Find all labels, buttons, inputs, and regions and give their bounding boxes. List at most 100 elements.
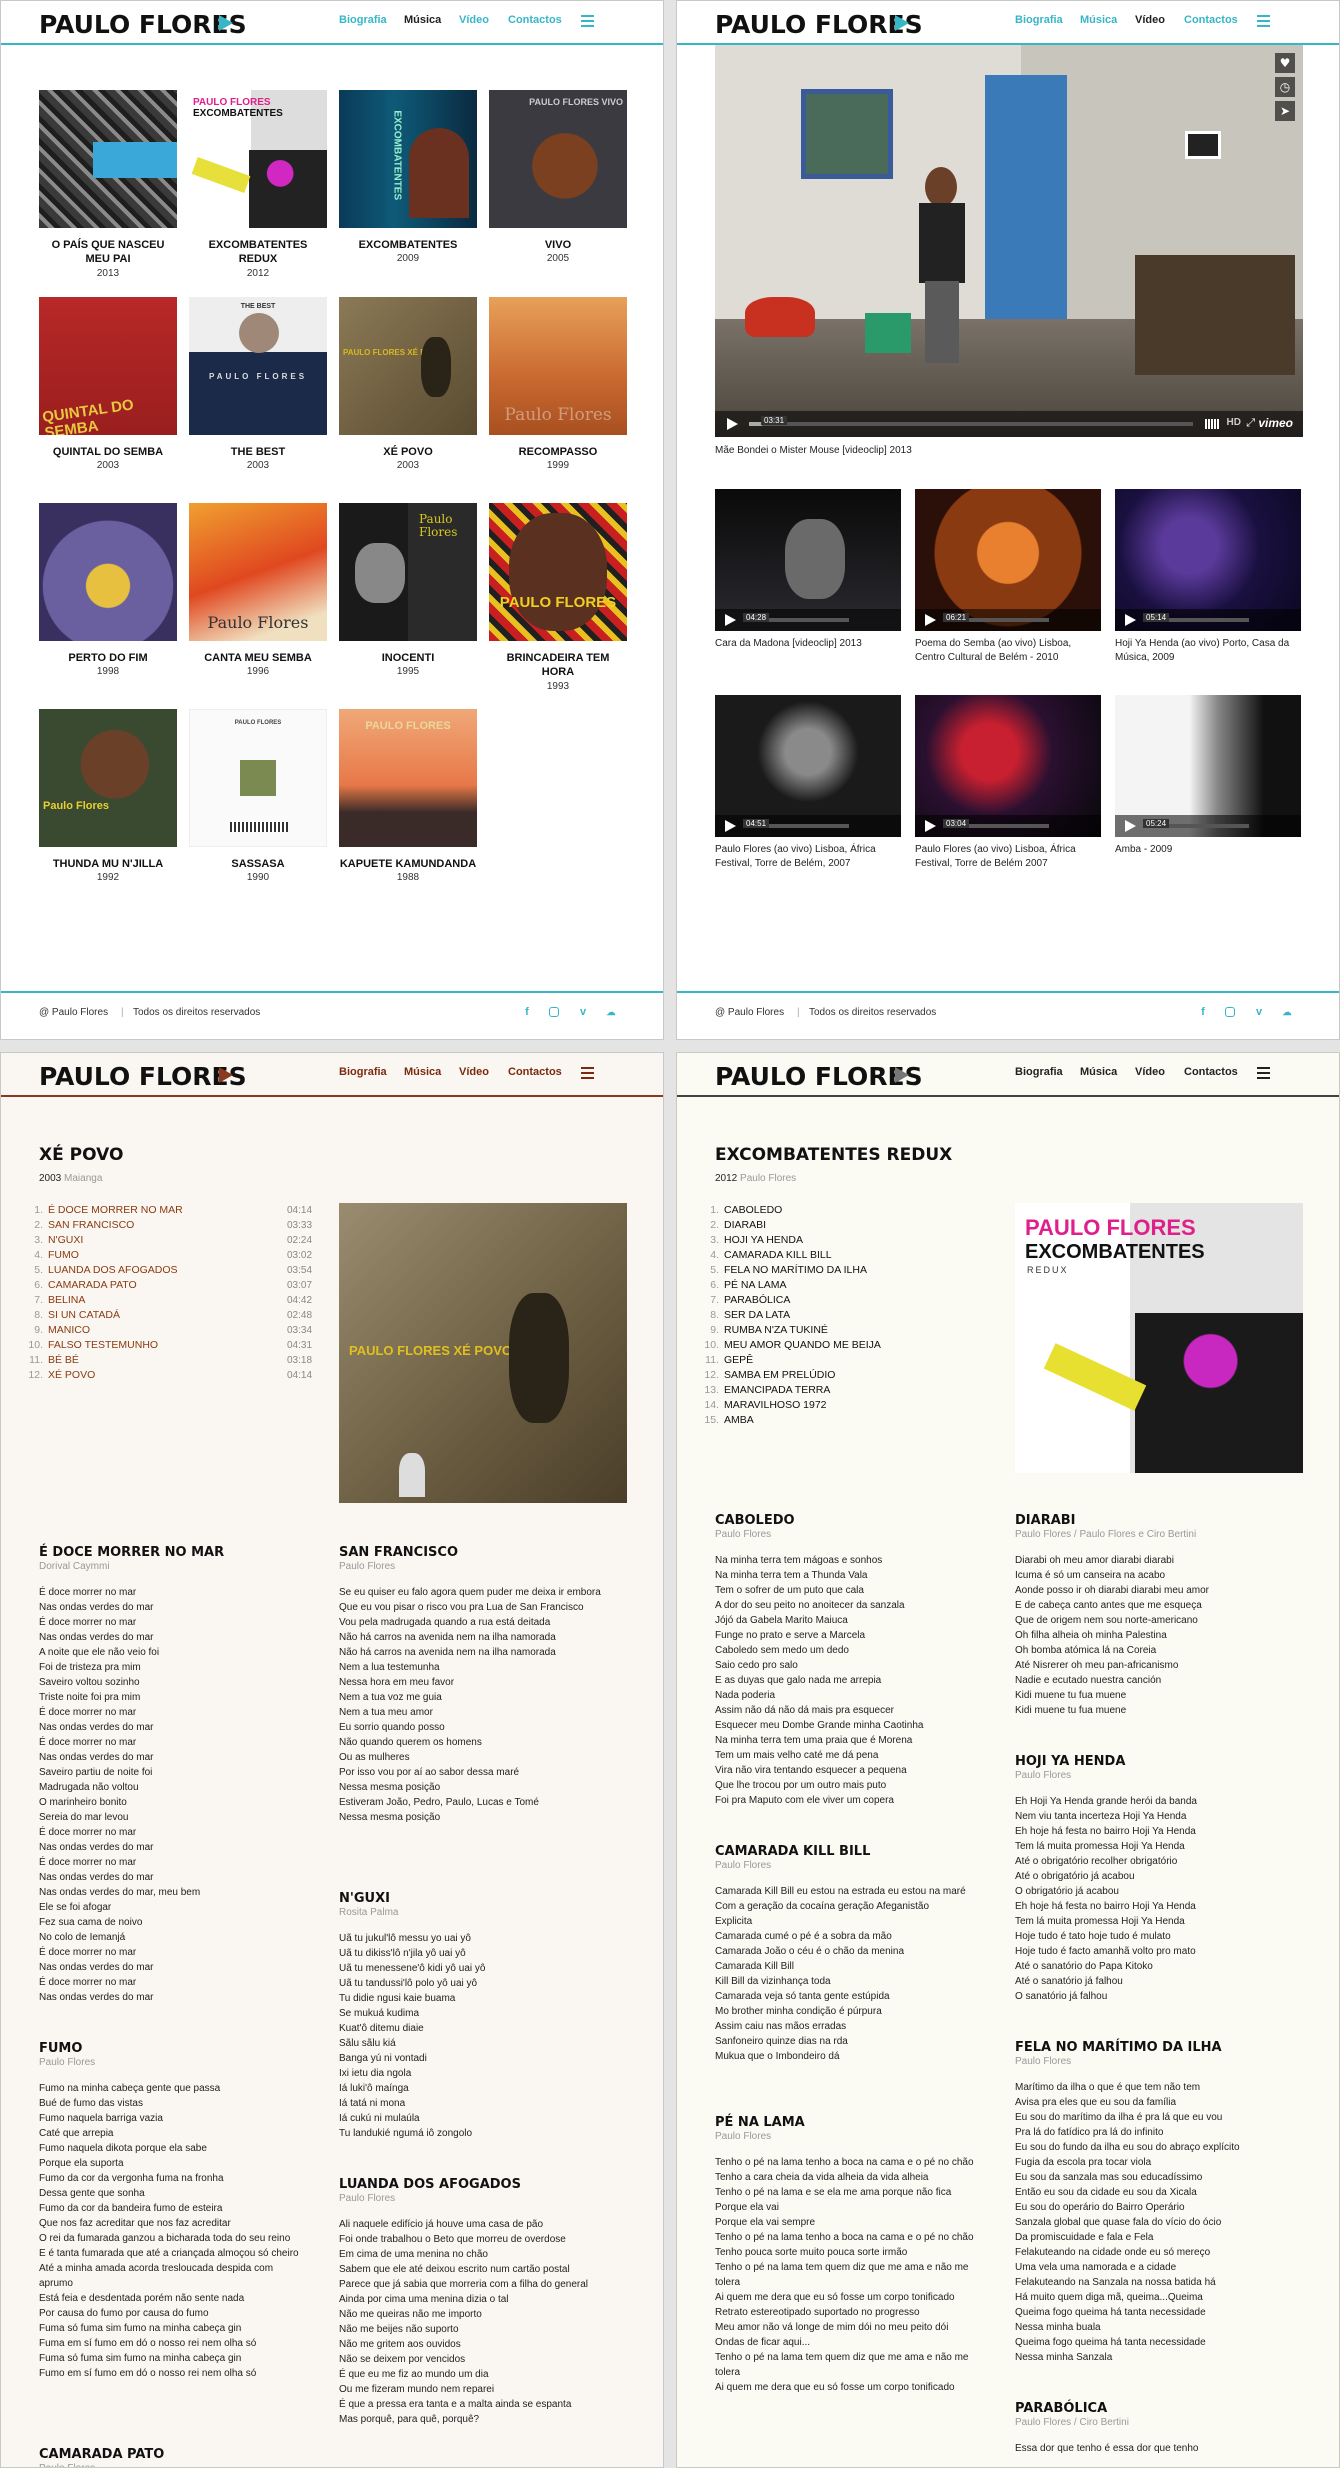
progress-bar[interactable] bbox=[749, 422, 1193, 426]
track-item[interactable]: 6. CAMARADA PATO bbox=[25, 1278, 136, 1293]
play-icon[interactable] bbox=[725, 820, 736, 832]
album-title[interactable]: VIVO bbox=[489, 238, 627, 252]
video-thumbnail[interactable]: 06:21 bbox=[915, 489, 1101, 631]
album-cover[interactable]: Paulo Flores bbox=[189, 503, 327, 641]
track-item[interactable]: 6. PÉ NA LAMA bbox=[701, 1278, 786, 1293]
instagram-icon[interactable] bbox=[549, 1007, 559, 1017]
track-item[interactable]: 12. SAMBA EM PRELÚDIO bbox=[701, 1368, 835, 1383]
track-title[interactable]: PARABÓLICA bbox=[724, 1294, 790, 1306]
track-item[interactable]: 4. FUMO bbox=[25, 1248, 79, 1263]
track-item[interactable]: 8. SI UN CATADÁ bbox=[25, 1308, 120, 1323]
nav-musica[interactable]: Música bbox=[404, 1066, 441, 1078]
track-title[interactable]: N'GUXI bbox=[48, 1234, 83, 1246]
site-logo[interactable]: PAULO FLORES bbox=[39, 10, 247, 39]
hd-toggle[interactable]: HD bbox=[1227, 417, 1241, 428]
track-item[interactable]: 5. LUANDA DOS AFOGADOS bbox=[25, 1263, 177, 1278]
clock-icon[interactable]: ◷ bbox=[1275, 77, 1295, 97]
album-card[interactable]: O PAÍS QUE NASCEU MEU PAI 2013 bbox=[39, 90, 177, 279]
video-thumbnail[interactable]: 05:14 bbox=[1115, 489, 1301, 631]
track-title[interactable]: GEPÊ bbox=[724, 1354, 753, 1366]
track-item[interactable]: 1. É DOCE MORRER NO MAR bbox=[25, 1203, 183, 1218]
album-title[interactable]: QUINTAL DO SEMBA bbox=[39, 445, 177, 459]
nav-video[interactable]: Vídeo bbox=[459, 1066, 489, 1078]
site-logo[interactable]: PAULO FLORES bbox=[715, 10, 923, 39]
track-item[interactable]: 7. PARABÓLICA bbox=[701, 1293, 790, 1308]
album-cover[interactable]: Paulo Flores bbox=[339, 503, 477, 641]
track-item[interactable]: 10. MEU AMOR QUANDO ME BEIJA bbox=[701, 1338, 881, 1353]
video-thumbnail[interactable]: 04:28 bbox=[715, 489, 901, 631]
album-title[interactable]: EXCOMBATENTES REDUX bbox=[189, 238, 327, 267]
album-title[interactable]: CANTA MEU SEMBA bbox=[189, 651, 327, 665]
album-cover[interactable]: THE BEST PAULO FLORES bbox=[189, 297, 327, 435]
album-card[interactable]: PAULO FLORES KAPUETE KAMUNDANDA 1988 bbox=[339, 709, 477, 883]
track-item[interactable]: 2. DIARABI bbox=[701, 1218, 766, 1233]
album-title[interactable]: PERTO DO FIM bbox=[39, 651, 177, 665]
track-title[interactable]: HOJI YA HENDA bbox=[724, 1234, 803, 1246]
play-icon[interactable] bbox=[1125, 820, 1136, 832]
facebook-icon[interactable]: f bbox=[521, 1006, 533, 1018]
nav-musica[interactable]: Música bbox=[1080, 14, 1117, 26]
album-card[interactable]: PERTO DO FIM 1998 bbox=[39, 503, 177, 677]
track-title[interactable]: MEU AMOR QUANDO ME BEIJA bbox=[724, 1339, 881, 1351]
video-thumbnail[interactable]: 04:51 bbox=[715, 695, 901, 837]
album-cover[interactable]: EXCOMBATENTES bbox=[339, 90, 477, 228]
album-cover[interactable]: QUINTAL DO SEMBA bbox=[39, 297, 177, 435]
track-title[interactable]: BÉ BÉ bbox=[48, 1354, 79, 1366]
album-cover[interactable]: Paulo Flores bbox=[489, 297, 627, 435]
track-item[interactable]: 11. GEPÊ bbox=[701, 1353, 753, 1368]
track-item[interactable]: 3. HOJI YA HENDA bbox=[701, 1233, 803, 1248]
nav-contactos[interactable]: Contactos bbox=[508, 14, 562, 26]
track-title[interactable]: SAMBA EM PRELÚDIO bbox=[724, 1369, 835, 1381]
album-card[interactable]: PAULO FLORES VIVO VIVO 2005 bbox=[489, 90, 627, 264]
album-title[interactable]: SASSASA bbox=[189, 857, 327, 871]
nav-contactos[interactable]: Contactos bbox=[508, 1066, 562, 1078]
vimeo-icon[interactable]: v bbox=[577, 1006, 589, 1018]
nav-video[interactable]: Vídeo bbox=[1135, 14, 1165, 26]
track-title[interactable]: FUMO bbox=[48, 1249, 79, 1261]
track-title[interactable]: EMANCIPADA TERRA bbox=[724, 1384, 830, 1396]
track-item[interactable]: 14. MARAVILHOSO 1972 bbox=[701, 1398, 826, 1413]
vimeo-icon[interactable]: v bbox=[1253, 1006, 1265, 1018]
track-item[interactable]: 11. BÉ BÉ bbox=[25, 1353, 79, 1368]
track-item[interactable]: 10. FALSO TESTEMUNHO bbox=[25, 1338, 158, 1353]
track-item[interactable]: 9. RUMBA N'ZA TUKINÉ bbox=[701, 1323, 828, 1338]
album-title[interactable]: O PAÍS QUE NASCEU MEU PAI bbox=[39, 238, 177, 267]
track-item[interactable]: 12. XÉ POVO bbox=[25, 1368, 95, 1383]
track-title[interactable]: BELINA bbox=[48, 1294, 85, 1306]
album-cover[interactable]: PAULO FLORES bbox=[339, 709, 477, 847]
track-title[interactable]: SER DA LATA bbox=[724, 1309, 790, 1321]
album-card[interactable]: PAULO FLORES EXCOMBATENTES EXCOMBATENTES… bbox=[189, 90, 327, 279]
album-card[interactable]: PAULO FLORES SASSASA 1990 bbox=[189, 709, 327, 883]
hamburger-menu-icon[interactable] bbox=[581, 15, 594, 27]
track-item[interactable]: 5. FELA NO MARÍTIMO DA ILHA bbox=[701, 1263, 867, 1278]
track-title[interactable]: XÉ POVO bbox=[48, 1369, 95, 1381]
track-title[interactable]: FALSO TESTEMUNHO bbox=[48, 1339, 158, 1351]
album-card[interactable]: QUINTAL DO SEMBA QUINTAL DO SEMBA 2003 bbox=[39, 297, 177, 471]
album-cover[interactable] bbox=[39, 90, 177, 228]
instagram-icon[interactable] bbox=[1225, 1007, 1235, 1017]
track-title[interactable]: É DOCE MORRER NO MAR bbox=[48, 1204, 183, 1216]
album-card[interactable]: EXCOMBATENTES EXCOMBATENTES 2009 bbox=[339, 90, 477, 264]
play-icon[interactable] bbox=[727, 418, 738, 430]
site-logo[interactable]: PAULO FLORES bbox=[715, 1062, 923, 1091]
fullscreen-icon[interactable]: ⤢ bbox=[1246, 416, 1255, 430]
album-card[interactable]: PAULO FLORES BRINCADEIRA TEM HORA 1993 bbox=[489, 503, 627, 692]
album-cover[interactable]: PAULO FLORES VIVO bbox=[489, 90, 627, 228]
nav-biografia[interactable]: Biografia bbox=[1015, 14, 1063, 26]
play-icon[interactable] bbox=[925, 820, 936, 832]
hamburger-menu-icon[interactable] bbox=[1257, 15, 1270, 27]
album-cover[interactable] bbox=[39, 503, 177, 641]
album-title[interactable]: RECOMPASSO bbox=[489, 445, 627, 459]
play-icon[interactable] bbox=[725, 614, 736, 626]
nav-video[interactable]: Vídeo bbox=[459, 14, 489, 26]
main-video-player[interactable]: ♥ ◷ ➤ 03:31 HD ⤢ vimeo bbox=[715, 45, 1303, 437]
nav-biografia[interactable]: Biografia bbox=[339, 1066, 387, 1078]
nav-video[interactable]: Vídeo bbox=[1135, 1066, 1165, 1078]
track-item[interactable]: 1. CABOLEDO bbox=[701, 1203, 782, 1218]
album-title[interactable]: THUNDA MU N'JILLA bbox=[39, 857, 177, 871]
video-thumbnail[interactable]: 03:04 bbox=[915, 695, 1101, 837]
video-thumbnail[interactable]: 05:24 bbox=[1115, 695, 1301, 837]
facebook-icon[interactable]: f bbox=[1197, 1006, 1209, 1018]
album-card[interactable]: Paulo Flores CANTA MEU SEMBA 1996 bbox=[189, 503, 327, 677]
track-item[interactable]: 4. CAMARADA KILL BILL bbox=[701, 1248, 831, 1263]
